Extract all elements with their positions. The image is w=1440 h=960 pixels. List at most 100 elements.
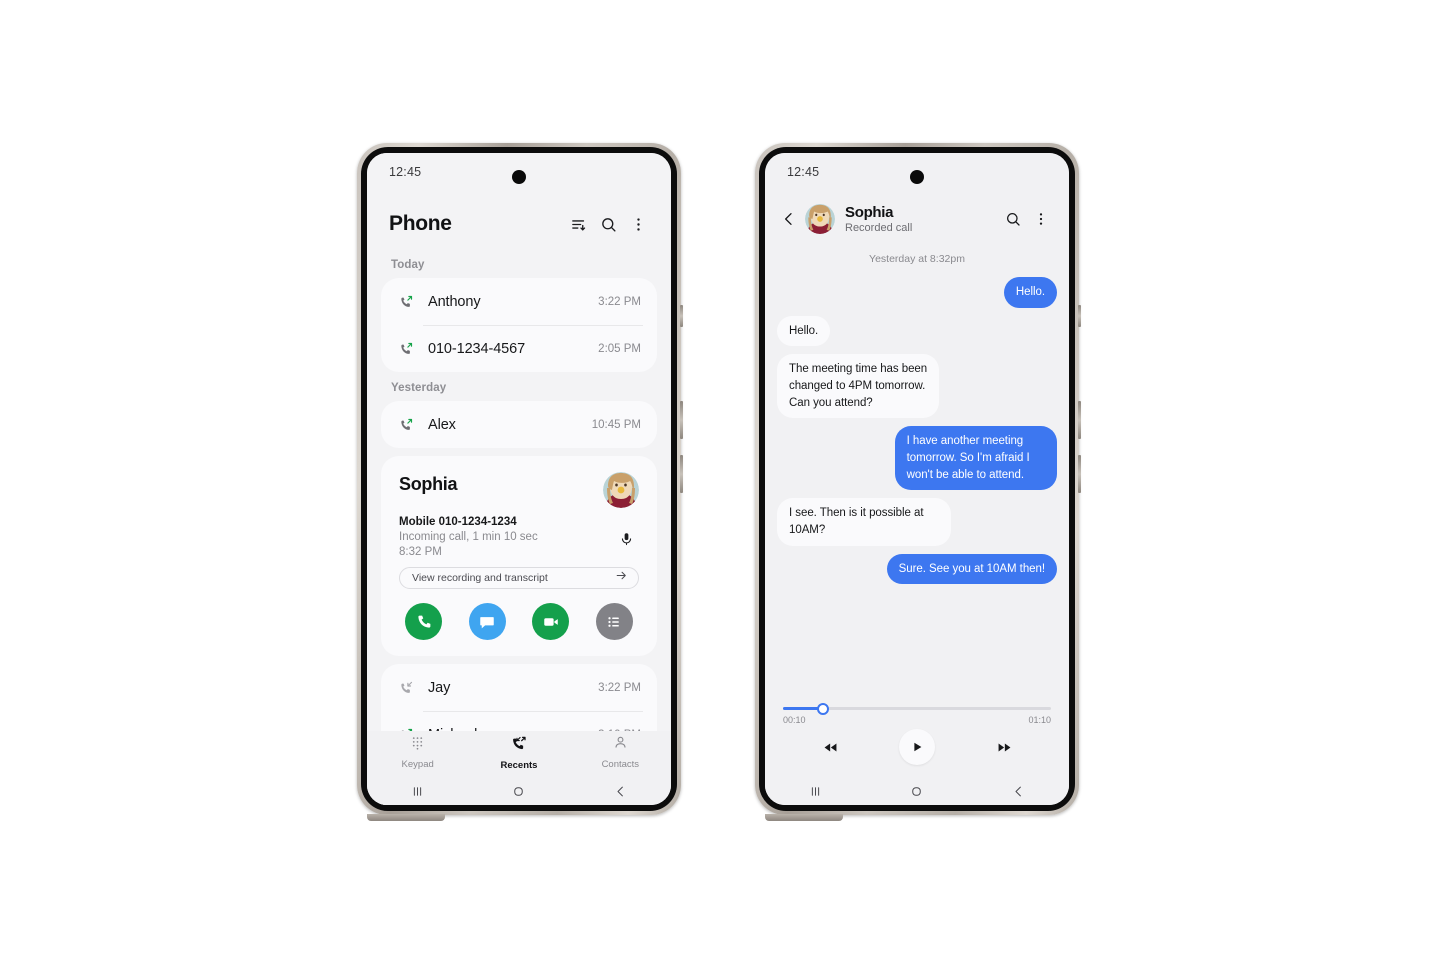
tab-label: Keypad [401,759,434,770]
call-time: 2:05 PM [598,342,641,355]
call-meta: Mobile 010-1234-1234 Incoming call, 1 mi… [399,516,639,558]
tab-contacts[interactable]: Contacts [570,735,671,770]
more-vertical-icon[interactable] [1027,204,1055,234]
view-recording-button[interactable]: View recording and transcript [399,567,639,589]
search-icon[interactable] [593,209,623,239]
tab-label: Contacts [601,759,640,770]
elapsed-time: 00:10 [783,715,806,725]
message-bubble-outgoing[interactable]: Sure. See you at 10AM then! [886,553,1057,585]
side-button-right-top[interactable] [1078,305,1081,327]
message-bubble-incoming[interactable]: I see. Then is it possible at 10AM? [777,498,951,546]
back-nav-button[interactable] [968,784,1069,799]
table-row[interactable]: Jay 3:22 PM [381,664,657,711]
transcript-screen: Sophia Recorded call Yesterday at 8:32pm… [765,153,1069,805]
table-row[interactable]: Alex 10:45 PM [381,401,657,448]
volume-down-button[interactable] [1078,455,1081,493]
recents-nav-button[interactable] [367,784,468,799]
keypad-icon [410,735,425,755]
status-clock: 12:45 [389,165,422,179]
contact-number: Mobile 010-1234-1234 [399,516,517,528]
call-name: Alex [428,416,456,433]
message-row: The meeting time has been changed to 4PM… [777,354,1057,419]
home-nav-button[interactable] [866,784,967,799]
page-title: Phone [389,212,452,235]
call-time: 3:22 PM [598,681,641,694]
details-action[interactable] [595,603,633,640]
view-recording-label: View recording and transcript [412,572,548,584]
playback-times: 00:10 01:10 [783,715,1051,725]
message-bubble-incoming[interactable]: The meeting time has been changed to 4PM… [777,354,940,419]
phone-app: Phone Today Anthony 3:22 PM 010-1234-456… [367,153,671,805]
chevron-left-icon[interactable] [777,204,801,234]
call-name: Jay [428,679,451,696]
playback-slider[interactable] [783,702,1051,715]
table-row[interactable]: 010-1234-4567 2:05 PM [381,325,657,372]
android-nav-bar [765,777,1069,805]
contact-name: Sophia [845,203,894,221]
call-action[interactable] [405,603,442,640]
call-outgoing-icon [399,341,421,356]
message-row: I see. Then is it possible at 10AM? [777,498,1057,546]
front-camera-punchhole [512,170,526,184]
message-bubble-outgoing[interactable]: Hello. [1003,277,1057,308]
search-icon[interactable] [999,204,1027,234]
section-label-yesterday: Yesterday [391,382,447,394]
tab-label: Recents [500,760,538,771]
more-vertical-icon[interactable] [623,209,653,239]
phone-screen-left: 12:45 Phone Today Anthony 3:22 PM 010-12… [367,153,671,805]
back-nav-button[interactable] [570,784,671,799]
call-time: 10:45 PM [591,418,641,431]
recent-calls-icon [511,735,527,756]
volume-up-button[interactable] [1078,401,1081,439]
quick-actions [399,589,639,642]
contact-name: Sophia [399,474,458,494]
rewind-icon[interactable] [817,734,843,760]
avatar[interactable] [603,472,639,508]
call-incoming-icon [399,680,421,695]
front-camera-punchhole [910,170,924,184]
message-row: Sure. See you at 10AM then! [777,553,1057,585]
tab-recents[interactable]: Recents [468,735,569,771]
home-nav-button[interactable] [468,784,569,799]
call-outgoing-icon [399,417,421,432]
microphone-icon[interactable] [615,528,637,550]
total-time: 01:10 [1028,715,1051,725]
bottom-tab-bar: Keypad Recents Contacts [367,731,671,777]
detail-header: Sophia [399,472,639,508]
transcript-header: Sophia Recorded call [765,197,1069,241]
tab-keypad[interactable]: Keypad [367,735,468,770]
device-foot [367,814,445,821]
call-card-yesterday: Alex 10:45 PM [381,401,657,448]
fast-forward-icon[interactable] [991,734,1017,760]
message-bubble-outgoing[interactable]: I have another meeting tomorrow. So I'm … [894,426,1057,491]
contact-detail-card: Sophia Mobile 010-1234-1234 Incoming cal… [381,456,657,656]
volume-up-button[interactable] [680,401,683,439]
device-foot [765,814,843,821]
phone-screen-right: 12:45 Sophia Recorded call Yesterday at … [765,153,1069,805]
section-label-today: Today [391,259,425,271]
message-row: Hello. [777,315,1057,347]
message-bubble-incoming[interactable]: Hello. [777,315,831,347]
phone-device-right: 12:45 Sophia Recorded call Yesterday at … [755,143,1081,821]
phone-device-left: 12:45 Phone Today Anthony 3:22 PM 010-12… [357,143,683,821]
play-button[interactable] [899,729,935,765]
header-subtitle: Recorded call [845,222,913,235]
call-timestamp: 8:32 PM [399,546,442,558]
avatar[interactable] [805,204,835,234]
message-action[interactable] [468,603,506,640]
table-row[interactable]: Anthony 3:22 PM [381,278,657,325]
recents-nav-button[interactable] [765,784,866,799]
side-button-left-top[interactable] [680,305,683,327]
transcript-messages[interactable]: Yesterday at 8:32pm Hello. Hello. The me… [765,245,1069,695]
message-row: Hello. [777,277,1057,308]
app-bar: Phone [367,187,671,249]
recents-scroll-area[interactable]: Phone Today Anthony 3:22 PM 010-1234-456… [367,187,671,745]
status-clock: 12:45 [787,165,820,179]
playback-handle[interactable] [817,702,830,715]
sort-filter-icon[interactable] [563,209,593,239]
video-action[interactable] [532,603,570,640]
call-card-today: Anthony 3:22 PM 010-1234-4567 2:05 PM [381,278,657,372]
volume-down-button[interactable] [680,455,683,493]
date-separator: Yesterday at 8:32pm [869,253,965,265]
arrow-right-icon [615,569,628,587]
